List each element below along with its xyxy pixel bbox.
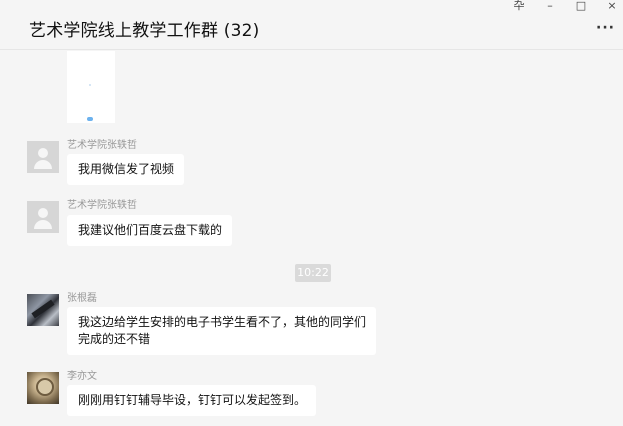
avatar[interactable] [27, 372, 59, 404]
thumbnail-detail [89, 84, 91, 86]
pin-icon[interactable]: 卆 [509, 0, 529, 14]
video-thumbnail[interactable] [67, 51, 115, 123]
chat-header: 艺术学院线上教学工作群 (32) 卆 – □ × ··· [0, 0, 623, 50]
avatar[interactable] [27, 201, 59, 233]
close-icon[interactable]: × [602, 0, 622, 14]
message-bubble[interactable]: 刚刚用钉钉辅导毕设，钉钉可以发起签到。 [67, 385, 317, 416]
thumbnail-progress [87, 117, 93, 121]
sender-name: 艺术学院张轶哲 [67, 200, 137, 211]
sender-name: 艺术学院张轶哲 [67, 140, 137, 151]
message-list[interactable]: 艺术学院张轶哲 我用微信发了视频 艺术学院张轶哲 我建议他们百度云盘下载的 10… [0, 51, 623, 426]
avatar[interactable] [27, 141, 59, 173]
minimize-icon[interactable]: – [540, 0, 560, 14]
sender-name: 张根磊 [67, 293, 97, 304]
message-line: 完成的还不错 [78, 332, 151, 346]
more-icon[interactable]: ··· [596, 20, 615, 36]
message-line: 我这边给学生安排的电子书学生看不了，其他的同学们 [78, 315, 367, 329]
timestamp: 10:22 [295, 264, 331, 282]
chat-title: 艺术学院线上教学工作群 (32) [29, 21, 260, 41]
message-bubble[interactable]: 我这边给学生安排的电子书学生看不了，其他的同学们 完成的还不错 [67, 307, 377, 355]
avatar[interactable] [27, 294, 59, 326]
message-bubble[interactable]: 我用微信发了视频 [67, 154, 185, 185]
sender-name: 李亦文 [67, 371, 97, 382]
maximize-icon[interactable]: □ [571, 0, 591, 14]
message-bubble[interactable]: 我建议他们百度云盘下载的 [67, 215, 233, 246]
